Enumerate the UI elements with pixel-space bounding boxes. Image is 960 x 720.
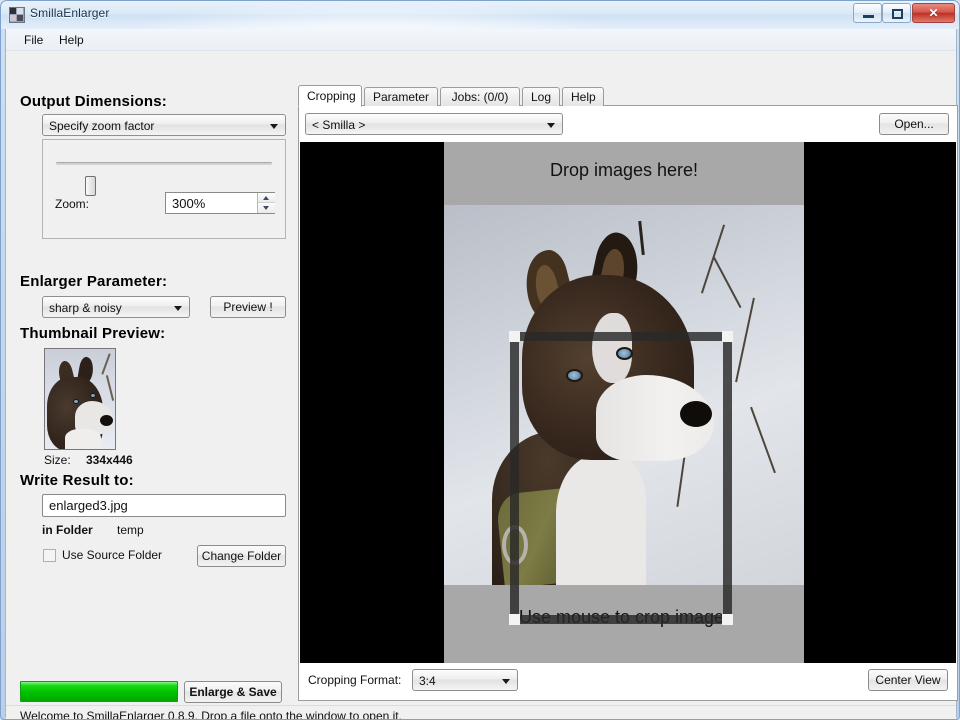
zoom-slider-track[interactable] <box>56 162 272 196</box>
thumbnail-nose <box>100 415 113 426</box>
minimize-icon <box>863 15 874 18</box>
close-icon: ✕ <box>928 6 939 20</box>
enlarge-and-save-button[interactable]: Enlarge & Save <box>184 681 282 703</box>
maximize-icon <box>892 9 903 19</box>
app-icon <box>9 7 25 23</box>
drop-images-text: Drop images here! <box>549 160 699 180</box>
client-area: File Help Output Dimensions: Specify zoo… <box>5 29 958 720</box>
menu-bar: File Help <box>6 29 956 51</box>
write-result-heading: Write Result to: <box>20 472 134 489</box>
use-source-folder-label: Use Source Folder <box>62 548 163 562</box>
center-view-button[interactable]: Center View <box>868 669 948 691</box>
close-button[interactable]: ✕ <box>912 3 955 23</box>
tab-jobs[interactable]: Jobs: (0/0) <box>440 87 520 106</box>
photo-nose <box>680 401 712 427</box>
zoom-spinbox[interactable]: 300% <box>165 192 275 214</box>
photo-eye-right <box>616 347 633 360</box>
filename-input[interactable]: enlarged3.jpg <box>42 494 286 517</box>
zoom-spinner-up[interactable] <box>258 193 275 203</box>
title-bar-glow <box>121 1 621 29</box>
tab-log[interactable]: Log <box>522 87 560 106</box>
preview-button[interactable]: Preview ! <box>210 296 286 318</box>
size-label: Size: <box>44 453 71 467</box>
thumbnail-preview-heading: Thumbnail Preview: <box>20 325 166 342</box>
photo-clip <box>502 525 528 565</box>
chevron-down-icon <box>174 306 182 311</box>
size-value: 334x446 <box>86 453 133 467</box>
source-image-combo[interactable]: < Smilla > <box>305 113 563 135</box>
progress-bar <box>20 681 178 702</box>
enlarger-preset-combo[interactable]: sharp & noisy <box>42 296 190 318</box>
source-photo <box>444 205 804 585</box>
chevron-down-icon <box>547 123 555 128</box>
caret-down-icon <box>263 206 269 210</box>
photo-eye-left <box>566 369 583 382</box>
output-dimensions-heading: Output Dimensions: <box>20 93 167 110</box>
filename-value: enlarged3.jpg <box>49 498 128 513</box>
enlarger-parameter-heading: Enlarger Parameter: <box>20 273 168 290</box>
zoom-slider-handle[interactable] <box>85 176 96 196</box>
crop-hint-text: Use mouse to crop image. <box>518 607 730 627</box>
menu-item-file[interactable]: File <box>18 32 49 49</box>
minimize-button[interactable] <box>853 3 882 23</box>
tab-parameter[interactable]: Parameter <box>364 87 438 106</box>
right-tab-panel: Cropping Parameter Jobs: (0/0) Log Help … <box>294 85 958 701</box>
left-settings-panel: Output Dimensions: Specify zoom factor Z… <box>6 51 292 676</box>
thumbnail-image <box>44 348 116 450</box>
drop-banner: Drop images here! <box>444 142 804 205</box>
enlarger-preset-value: sharp & noisy <box>49 301 122 315</box>
cropping-format-value: 3:4 <box>419 674 436 688</box>
zoom-spinner-down[interactable] <box>258 203 275 213</box>
thumbnail-chest <box>65 429 101 449</box>
photo-chest <box>556 455 646 585</box>
thumbnail-eye-right <box>90 393 96 398</box>
open-button[interactable]: Open... <box>879 113 949 135</box>
application-window: SmillaEnlarger ✕ File Help Output Dimens… <box>0 0 960 720</box>
zoom-label: Zoom: <box>55 197 90 211</box>
cropping-format-label: Cropping Format: <box>308 673 402 687</box>
window-right-gutter <box>954 29 956 717</box>
cropping-format-combo[interactable]: 3:4 <box>412 669 518 691</box>
tab-cropping[interactable]: Cropping <box>298 85 362 107</box>
use-source-folder-checkbox[interactable] <box>43 549 56 562</box>
folder-value: temp <box>117 523 144 537</box>
status-text: Welcome to SmillaEnlarger 0.8.9. Drop a … <box>20 709 402 720</box>
thumbnail-eye-left <box>73 399 79 404</box>
chevron-down-icon <box>270 124 278 129</box>
zoom-value: 300% <box>172 196 206 211</box>
zoom-spinner-buttons[interactable] <box>257 193 275 213</box>
output-mode-combo[interactable]: Specify zoom factor <box>42 114 286 136</box>
status-bar: Welcome to SmillaEnlarger 0.8.9. Drop a … <box>6 705 956 720</box>
output-mode-value: Specify zoom factor <box>49 119 155 133</box>
window-title: SmillaEnlarger <box>30 6 110 20</box>
chevron-down-icon <box>502 679 510 684</box>
in-folder-label: in Folder <box>42 523 93 537</box>
caret-up-icon <box>263 196 269 200</box>
maximize-button[interactable] <box>882 3 911 23</box>
cropping-tab-pane: < Smilla > Open... Drop images here! Use… <box>298 106 958 701</box>
tab-help[interactable]: Help <box>562 87 604 106</box>
image-stack: Drop images here! Use mouse to crop imag… <box>444 142 804 663</box>
source-image-value: < Smilla > <box>312 118 366 132</box>
crop-bottom-bar: Cropping Format: 3:4 Center View <box>300 663 956 699</box>
menu-item-help[interactable]: Help <box>53 32 90 49</box>
crop-canvas[interactable]: Drop images here! Use mouse to crop imag… <box>300 142 956 663</box>
tab-strip: Cropping Parameter Jobs: (0/0) Log Help <box>298 85 958 107</box>
hint-banner: Use mouse to crop image. <box>444 585 804 663</box>
change-folder-button[interactable]: Change Folder <box>197 545 286 567</box>
title-bar: SmillaEnlarger ✕ <box>1 1 959 29</box>
zoom-group-box: Zoom: 300% <box>42 139 286 239</box>
